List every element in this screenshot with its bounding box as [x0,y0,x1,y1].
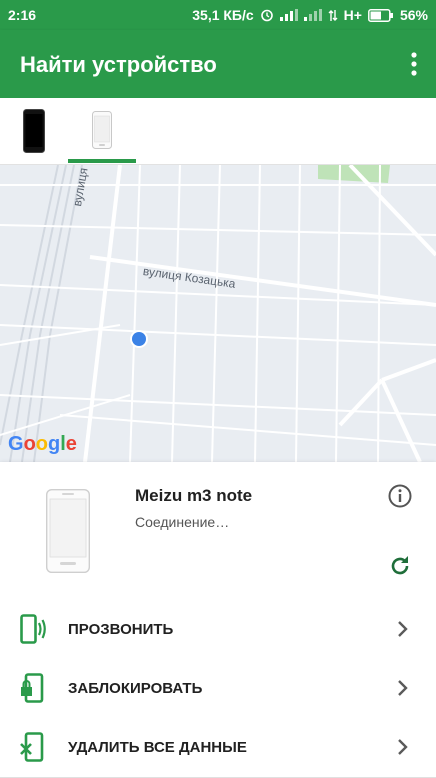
refresh-icon[interactable] [388,554,412,578]
status-bar: 2:16 35,1 КБ/с H+ 56% [0,0,436,30]
status-right: 35,1 КБ/с H+ 56% [192,7,428,23]
status-network: H+ [343,7,362,23]
action-ring-label: ПРОЗВОНИТЬ [68,621,174,638]
data-arrows-icon [328,9,338,21]
page-title: Найти устройство [20,52,217,77]
black-phone-icon [23,109,45,153]
more-vert-icon[interactable] [410,52,418,76]
info-icon[interactable] [388,484,412,508]
status-battery: 56% [399,7,428,23]
erase-phone-icon [20,732,44,762]
white-phone-icon [92,111,112,149]
device-name: Meizu m3 note [135,486,253,505]
device-card: Meizu m3 note Соединение… [0,462,436,602]
chevron-right-icon [398,739,408,755]
tab-device-black[interactable] [0,98,68,164]
map-streets [0,165,436,462]
alarm-icon [260,9,273,22]
map[interactable]: вулиця Гоголя вулиця Козацька Google [0,165,436,462]
ring-phone-icon [20,614,46,644]
action-erase-label: УДАЛИТЬ ВСЕ ДАННЫЕ [68,739,247,756]
action-ring[interactable]: ПРОЗВОНИТЬ [0,600,436,660]
device-tabs [0,98,436,165]
status-speed: 35,1 КБ/с [192,7,254,23]
chevron-right-icon [398,621,408,637]
status-time: 2:16 [8,7,37,23]
tab-selected-indicator [68,159,136,163]
action-lock-label: ЗАБЛОКИРОВАТЬ [68,680,203,697]
action-lock[interactable]: ЗАБЛОКИРОВАТЬ [0,659,436,719]
device-status: Соединение… [135,514,230,530]
chevron-right-icon [398,680,408,696]
signal-icon-2 [303,9,322,21]
device-image [46,489,90,573]
action-erase[interactable]: УДАЛИТЬ ВСЕ ДАННЫЕ [0,718,436,778]
tab-device-white[interactable] [68,98,136,164]
location-dot[interactable] [129,329,149,349]
signal-icon [279,9,298,21]
lock-phone-icon [21,673,44,703]
google-logo: Google [8,433,77,455]
battery-icon [368,8,394,22]
app-bar: Найти устройство [0,30,436,98]
